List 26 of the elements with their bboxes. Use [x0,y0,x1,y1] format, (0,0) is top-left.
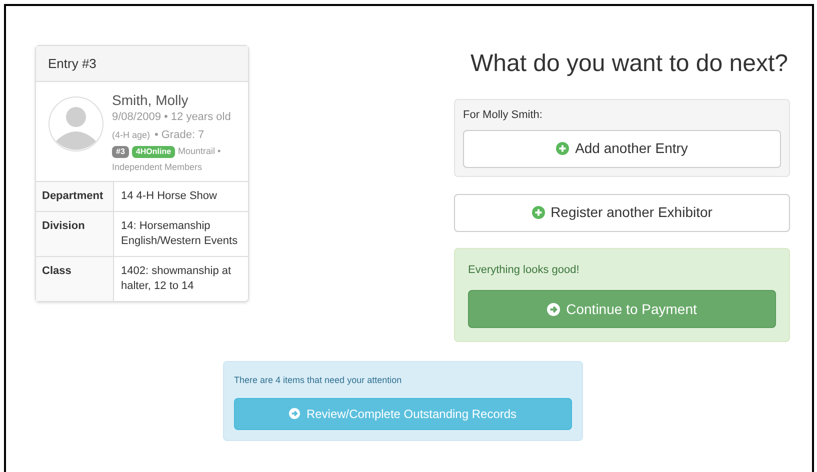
grade-text: • Grade: 7 [154,129,204,141]
arrow-circle-icon [289,408,300,419]
age-note: (4-H age) [112,130,150,140]
exhibitor-name: Smith, Molly [112,92,190,109]
birth-date: 9/08/2009 • 12 years old [112,111,231,123]
add-entry-button[interactable]: Add another Entry [463,130,781,168]
row-label: Division [42,220,85,232]
row-label: Class [42,265,72,277]
tag-badge: 4HOnline [132,146,176,158]
card-title: Entry #3 [36,46,248,82]
arrow-circle-icon [547,302,560,316]
tag-badge: #3 [112,146,129,158]
register-exhibitor-button[interactable]: Register another Exhibitor [454,194,790,232]
club-text: Independent Members [112,161,202,174]
plus-circle-icon [532,206,545,219]
affiliation-text: Mountrail • [178,146,221,156]
alert-message: There are 4 items that need your attention [234,374,403,387]
page-heading: What do you want to do next? [469,49,789,79]
plus-circle-icon [556,142,570,155]
row-value: 14: Horsemanship English/Western Events [121,220,238,247]
alert-message: Everything looks good! [468,262,580,278]
row-label: Department [42,190,104,202]
row-value: 1402: showmanship at halter, 12 to 14 [121,265,232,292]
row-value: 14 4-H Horse Show [121,190,217,202]
avatar-icon [48,96,104,152]
panel-label: For Molly Smith: [463,108,544,123]
